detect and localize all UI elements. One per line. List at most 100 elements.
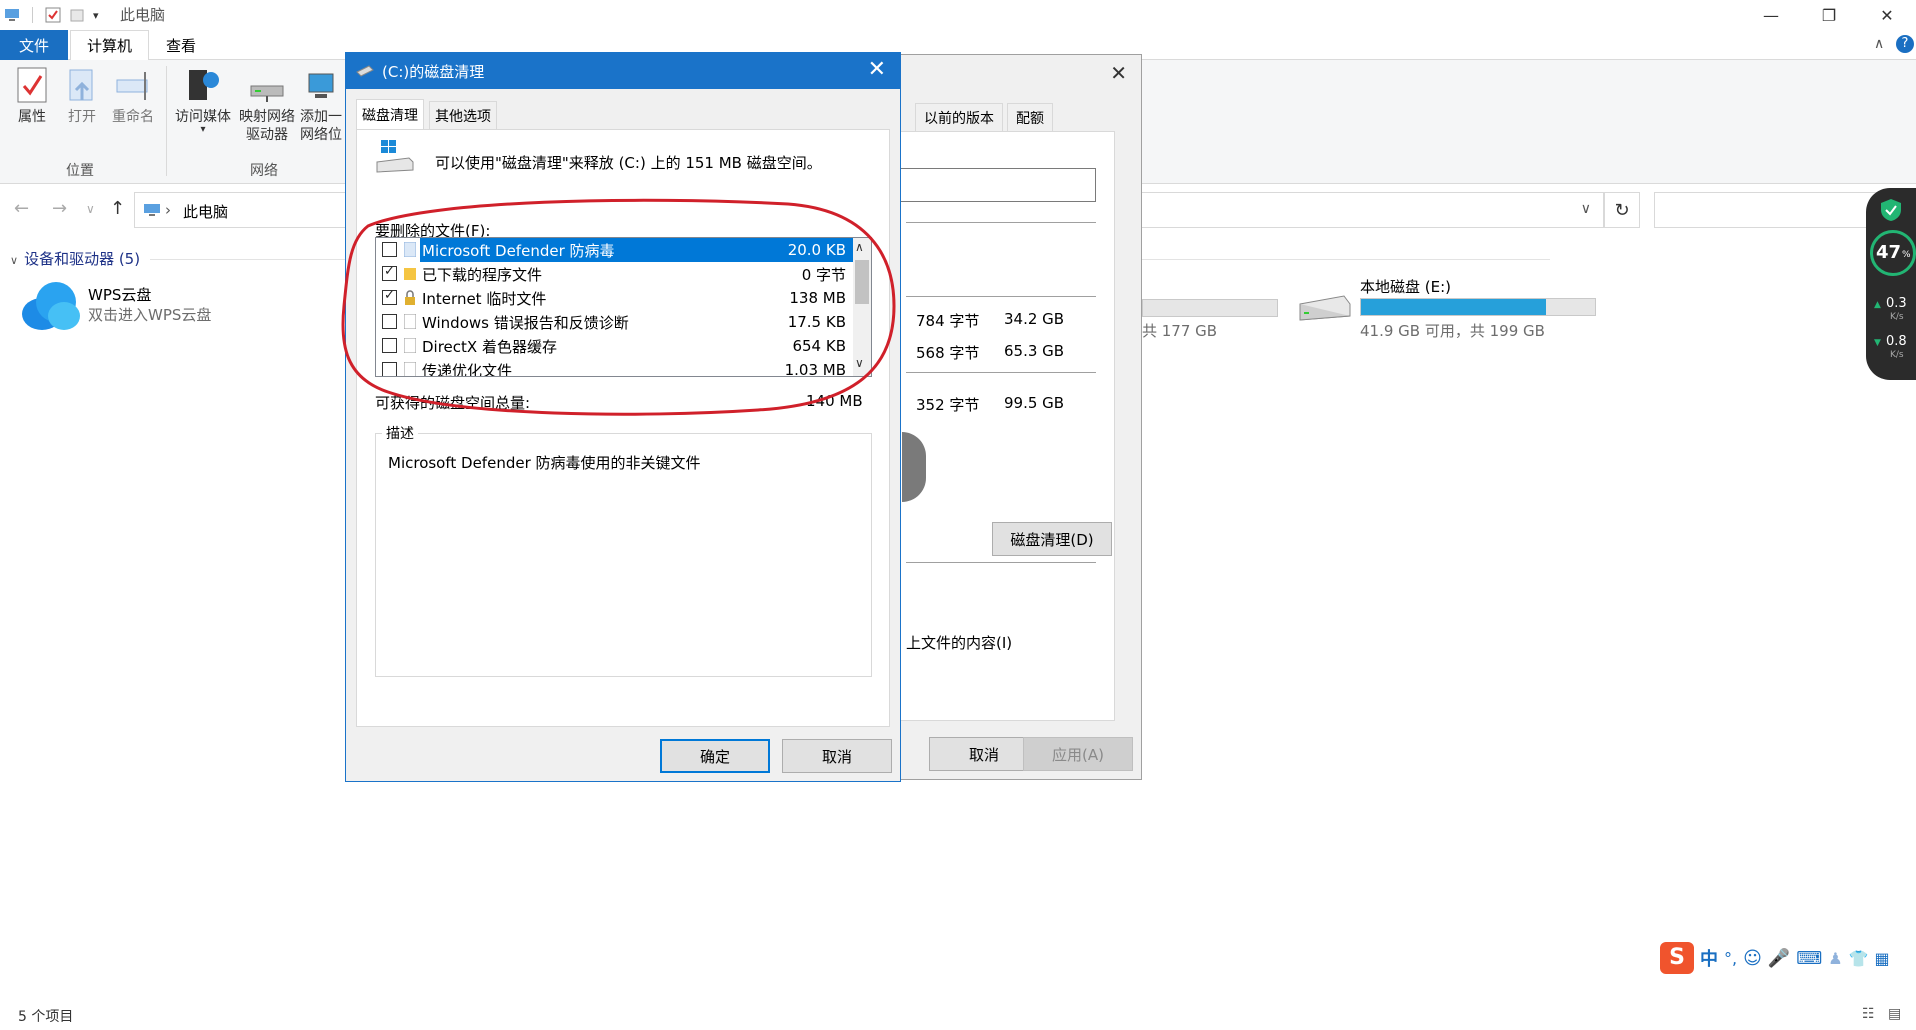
upload-arrow-icon: ▲ <box>1874 300 1881 310</box>
breadcrumb-this-pc[interactable]: 此电脑 <box>183 201 228 222</box>
checkbox[interactable] <box>382 362 397 376</box>
scroll-up-icon[interactable]: ∧ <box>855 240 864 254</box>
map-drive-icon <box>249 66 285 104</box>
checkmark-icon: ✓ <box>384 264 395 279</box>
access-media-button[interactable]: 访问媒体 ▾ <box>170 66 236 135</box>
checkbox[interactable] <box>382 314 397 329</box>
back-arrow-icon[interactable]: ← <box>14 198 29 219</box>
forward-arrow-icon[interactable]: → <box>52 198 67 219</box>
recent-locations-icon[interactable]: ∨ <box>86 202 95 216</box>
address-dropdown-icon[interactable]: ∨ <box>1581 201 1591 217</box>
rename-button[interactable]: 重命名 <box>100 66 166 126</box>
tab-previous-versions[interactable]: 以前的版本 <box>915 103 1003 131</box>
capacity-bytes: 352 字节 <box>916 396 980 414</box>
divider <box>906 562 1096 563</box>
details-view-icon[interactable]: ☷ <box>1862 1006 1875 1022</box>
file-icon <box>404 338 416 353</box>
wps-cloud-name: WPS云盘 <box>88 286 152 304</box>
status-bar: 5 个项目 ☷ ▤ <box>0 1000 1916 1030</box>
partial-drive-info: 共 177 GB <box>1142 322 1218 340</box>
network-speed-widget[interactable]: 47 % ▲ 0.3 K/s ▼ 0.8 K/s <box>1866 188 1916 380</box>
map-network-drive-button[interactable]: 映射网络 驱动器 <box>234 66 300 144</box>
properties-close-icon[interactable]: ✕ <box>1110 61 1127 85</box>
tab-quota[interactable]: 配额 <box>1007 103 1053 131</box>
volume-label-input[interactable] <box>900 168 1096 202</box>
customize-dropdown-icon[interactable]: ▾ <box>93 9 99 22</box>
minimize-icon[interactable]: — <box>1742 0 1800 30</box>
new-folder-icon[interactable] <box>69 7 85 23</box>
disk-cleanup-button[interactable]: 磁盘清理(D) <box>992 522 1112 556</box>
skin-icon[interactable]: 👕 <box>1849 949 1869 968</box>
file-size: 654 KB <box>792 337 846 355</box>
scrollbar-thumb[interactable] <box>855 260 869 304</box>
list-item[interactable]: 传递优化文件 1.03 MB <box>376 358 854 377</box>
large-icons-view-icon[interactable]: ▤ <box>1888 1006 1901 1022</box>
divider <box>906 222 1096 223</box>
file-size: 17.5 KB <box>787 313 846 331</box>
toolbox-icon[interactable]: ▦ <box>1875 949 1890 968</box>
download-unit: K/s <box>1890 350 1904 360</box>
microphone-icon[interactable]: 🎤 <box>1768 948 1790 969</box>
download-speed: 0.8 <box>1886 334 1907 349</box>
keyboard-icon[interactable]: ⌨ <box>1796 948 1822 969</box>
list-item[interactable]: Microsoft Defender 防病毒 20.0 KB <box>376 238 854 262</box>
help-icon[interactable]: ? <box>1896 35 1914 53</box>
files-list[interactable]: Microsoft Defender 防病毒 20.0 KB ✓ 已下载的程序文件… <box>375 237 872 377</box>
file-size: 1.03 MB <box>784 361 846 377</box>
checkbox[interactable]: ✓ <box>382 264 397 281</box>
tab-view[interactable]: 查看 <box>150 30 212 60</box>
close-icon[interactable]: ✕ <box>1858 0 1916 30</box>
list-item[interactable]: ✓ Internet 临时文件 138 MB <box>376 286 854 310</box>
dialog-close-icon[interactable]: ✕ <box>868 57 886 82</box>
tab-more-options[interactable]: 其他选项 <box>429 101 497 129</box>
file-name: 传递优化文件 <box>422 361 513 377</box>
properties-check-icon[interactable] <box>45 7 61 23</box>
window-title: 此电脑 <box>120 6 166 24</box>
open-icon <box>64 66 100 104</box>
list-item[interactable]: ✓ 已下载的程序文件 0 字节 <box>376 262 854 286</box>
emoji-icon[interactable]: ☺ <box>1743 948 1762 969</box>
tab-computer[interactable]: 计算机 <box>70 30 150 61</box>
ime-language[interactable]: 中 <box>1700 945 1718 971</box>
checkbox[interactable] <box>382 242 397 257</box>
shield-icon <box>1881 199 1901 221</box>
properties-icon <box>14 66 50 104</box>
scroll-down-icon[interactable]: ∨ <box>855 356 864 370</box>
wps-cloud-item[interactable]: WPS云盘 双击进入WPS云盘 <box>20 280 240 336</box>
total-space-value: 140 MB <box>806 392 863 410</box>
up-arrow-icon[interactable]: ↑ <box>110 198 125 219</box>
list-item[interactable]: Windows 错误报告和反馈诊断 17.5 KB <box>376 310 854 334</box>
checkbox[interactable]: ✓ <box>382 288 397 305</box>
add-network-location-button[interactable]: 添加一 网络位 <box>296 66 346 144</box>
refresh-icon[interactable]: ↻ <box>1604 192 1640 228</box>
apply-button[interactable]: 应用(A) <box>1023 737 1133 771</box>
this-pc-icon <box>144 204 160 216</box>
cancel-button[interactable]: 取消 <box>782 739 892 773</box>
rename-icon <box>115 66 151 104</box>
group-location-label: 位置 <box>66 163 94 179</box>
user-icon[interactable]: ♟ <box>1828 949 1842 968</box>
dialog-title: (C:)的磁盘清理 <box>382 63 485 81</box>
checkbox[interactable] <box>382 338 397 353</box>
restore-icon[interactable]: ❐ <box>1800 0 1858 30</box>
ok-button[interactable]: 确定 <box>660 739 770 773</box>
files-list-scrollbar[interactable]: ∧ ∨ <box>853 238 871 376</box>
open-label: 打开 <box>68 109 96 125</box>
item-count: 5 个项目 <box>18 1009 74 1025</box>
devices-section-header[interactable]: ∨ 设备和驱动器 (5) <box>10 248 140 269</box>
list-item[interactable]: DirectX 着色器缓存 654 KB <box>376 334 854 358</box>
used-bytes: 784 字节 <box>916 312 980 330</box>
description-group: 描述 Microsoft Defender 防病毒使用的非关键文件 <box>375 423 872 677</box>
drive-e-item[interactable]: 本地磁盘 (E:) 41.9 GB 可用，共 199 GB <box>1296 276 1626 346</box>
drive-e-usage-fill <box>1361 299 1546 315</box>
sogou-logo-icon[interactable]: S <box>1660 942 1694 974</box>
tab-disk-cleanup[interactable]: 磁盘清理 <box>356 99 424 130</box>
free-bytes: 568 字节 <box>916 344 980 362</box>
collapse-ribbon-icon[interactable]: ∧ <box>1874 36 1884 52</box>
index-contents-label[interactable]: 上文件的内容(I) <box>906 632 1012 653</box>
file-icon <box>404 242 416 257</box>
punctuation-icon[interactable]: °, <box>1724 949 1737 968</box>
tab-file[interactable]: 文件 <box>0 30 68 60</box>
download-arrow-icon: ▼ <box>1874 338 1881 348</box>
explorer-titlebar: ▾ 此电脑 — ❐ ✕ <box>0 0 1916 30</box>
